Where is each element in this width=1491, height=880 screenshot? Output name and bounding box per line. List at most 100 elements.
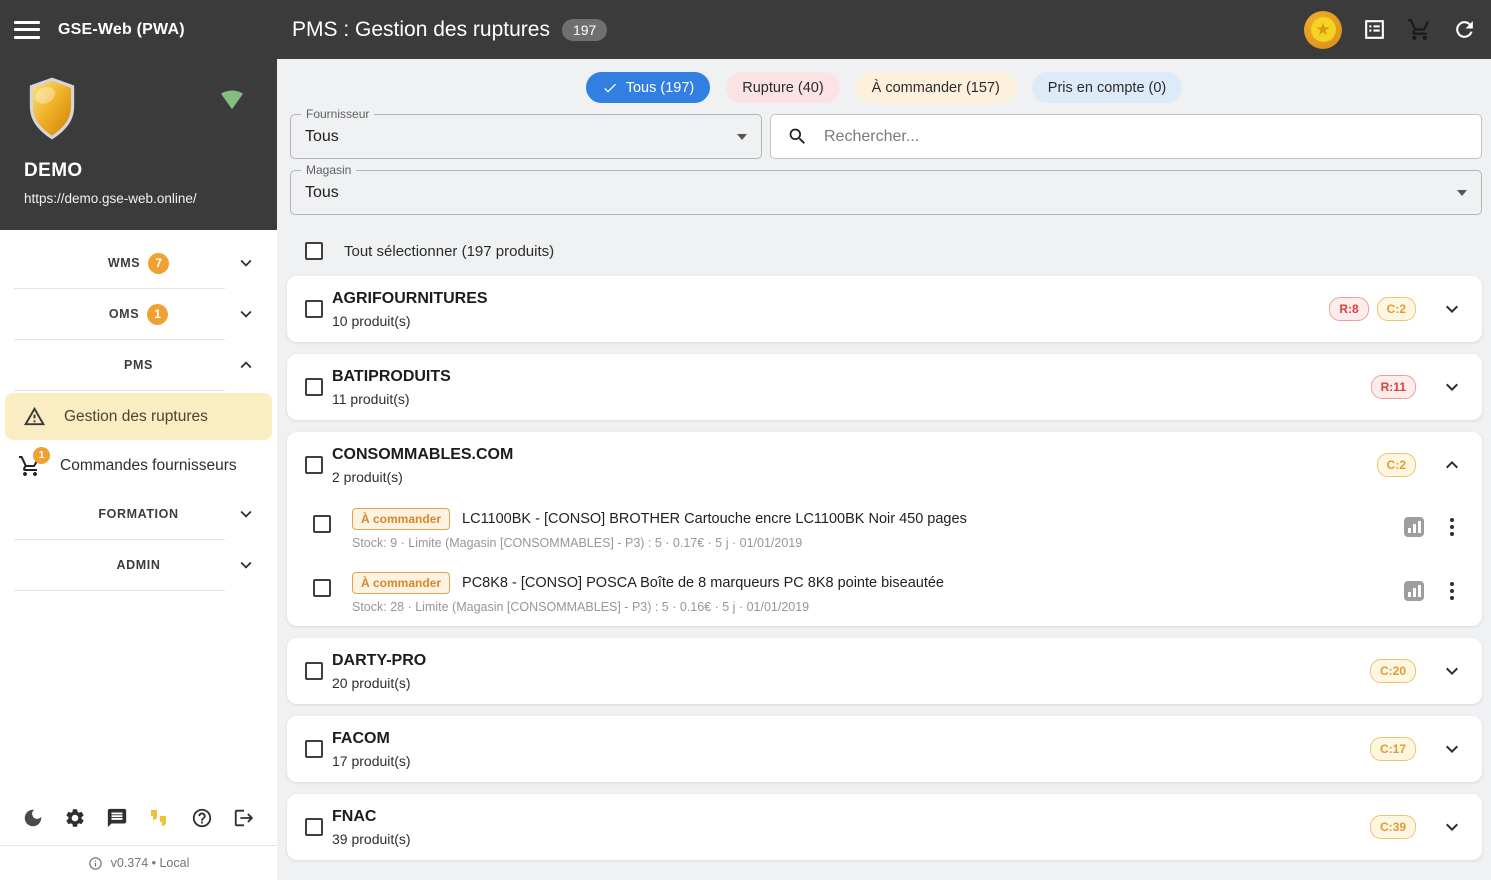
check-icon: [604, 83, 616, 93]
chevron-down-icon: [235, 303, 257, 325]
filters-bar: Fournisseur Tous Magasin Tous: [277, 103, 1491, 215]
commander-count-badge: C:20: [1369, 659, 1416, 683]
more-options-icon[interactable]: [1446, 578, 1458, 604]
supplier-header[interactable]: DARTY-PRO 20 produit(s) C:20: [287, 638, 1482, 704]
warning-icon: [23, 406, 46, 426]
select-all-label: Tout sélectionner (197 produits): [344, 242, 555, 260]
product-title: LC1100BK - [CONSO] BROTHER Cartouche enc…: [462, 511, 967, 527]
version-row: v0.374 • Local: [0, 846, 277, 880]
rupture-count-badge: R:8: [1329, 297, 1369, 321]
sidebar-group-oms[interactable]: OMS 1: [0, 289, 277, 339]
commander-count-badge: C:2: [1376, 297, 1416, 321]
commander-count-badge: C:39: [1369, 815, 1416, 839]
supplier-count: 11 produit(s): [332, 390, 410, 407]
count-badge: 1: [147, 303, 169, 325]
chevron-down-icon[interactable]: [1440, 737, 1464, 761]
stats-chart-icon[interactable]: [1404, 581, 1424, 601]
chevron-down-icon[interactable]: [1440, 659, 1464, 683]
fournisseur-select[interactable]: Fournisseur Tous: [290, 107, 762, 159]
main-content: Tous (197) Rupture (40) À commander (157…: [277, 59, 1491, 880]
sidebar-group-admin[interactable]: ADMIN: [0, 540, 277, 590]
supplier-count: 2 produit(s): [332, 468, 403, 485]
supplier-count: 20 produit(s): [332, 674, 411, 691]
chevron-down-icon[interactable]: [1440, 815, 1464, 839]
product-checkbox[interactable]: [313, 515, 331, 533]
supplier-checkbox[interactable]: [305, 300, 323, 318]
supplier-list: AGRIFOURNITURES 10 produit(s) R:8 C:2 BA…: [277, 260, 1491, 860]
supplier-count: 39 produit(s): [332, 830, 411, 847]
chat-icon[interactable]: [106, 807, 128, 829]
supplier-name: BATIPRODUITS: [332, 367, 451, 385]
sidebar-group-wms[interactable]: WMS 7: [0, 238, 277, 288]
group-label: ADMIN: [116, 558, 161, 572]
topbar-actions: ★: [1304, 10, 1491, 49]
search-input[interactable]: [824, 127, 1465, 146]
chip-tous[interactable]: Tous (197): [585, 72, 711, 103]
supplier-checkbox[interactable]: [305, 740, 323, 758]
chevron-down-icon: [235, 503, 257, 525]
tenant-url: https://demo.gse-web.online/: [24, 191, 197, 206]
group-label: WMS: [107, 256, 141, 270]
tenant-name: DEMO: [24, 160, 83, 181]
supplier-name: CONSOMMABLES.COM: [332, 445, 514, 463]
supplier-header[interactable]: FNAC 39 produit(s) C:39: [287, 794, 1482, 860]
sidebar-group-pms[interactable]: PMS: [0, 340, 277, 390]
stats-chart-icon[interactable]: [1404, 517, 1424, 537]
moon-icon[interactable]: [22, 807, 44, 829]
supplier-checkbox[interactable]: [305, 818, 323, 836]
supplier-header[interactable]: AGRIFOURNITURES 10 produit(s) R:8 C:2: [287, 276, 1482, 342]
menu-icon[interactable]: [14, 20, 40, 39]
chip-rupture[interactable]: Rupture (40): [726, 72, 840, 103]
supplier-header[interactable]: CONSOMMABLES.COM 2 produit(s) C:2: [287, 432, 1482, 498]
group-label: PMS: [124, 358, 153, 372]
more-options-icon[interactable]: [1446, 514, 1458, 540]
sidebar-item-label: Gestion des ruptures: [64, 407, 208, 425]
supplier-header[interactable]: FACOM 17 produit(s) C:17: [287, 716, 1482, 782]
refresh-icon[interactable]: [1452, 17, 1477, 42]
sidebar-item-gestion-des-ruptures[interactable]: Gestion des ruptures: [5, 393, 272, 440]
list-alt-icon[interactable]: [1362, 17, 1387, 42]
chip-label: Tous (197): [625, 79, 695, 96]
chevron-up-icon[interactable]: [1440, 453, 1464, 477]
sidebar-nav: WMS 7 OMS 1 PMS Gestion des ruptures 1 C…: [0, 230, 277, 793]
supplier-card-batiproduits: BATIPRODUITS 11 produit(s) R:11: [287, 354, 1482, 420]
filter-chips: Tous (197) Rupture (40) À commander (157…: [277, 59, 1491, 103]
product-checkbox[interactable]: [313, 579, 331, 597]
supplier-checkbox[interactable]: [305, 662, 323, 680]
sidebar-item-label: Commandes fournisseurs: [60, 456, 237, 474]
supplier-count: 17 produit(s): [332, 752, 411, 769]
supplier-card-darty-pro: DARTY-PRO 20 produit(s) C:20: [287, 638, 1482, 704]
chevron-down-icon[interactable]: [1440, 297, 1464, 321]
chevron-down-icon[interactable]: [1440, 375, 1464, 399]
sidebar-group-formation[interactable]: FORMATION: [0, 489, 277, 539]
logout-icon[interactable]: [233, 807, 255, 829]
chevron-up-icon: [235, 354, 257, 376]
supplier-card-agrifournitures: AGRIFOURNITURES 10 produit(s) R:8 C:2: [287, 276, 1482, 342]
group-label: OMS: [108, 307, 140, 321]
chevron-down-icon: [235, 554, 257, 576]
supplier-checkbox[interactable]: [305, 378, 323, 396]
supplier-name: FACOM: [332, 729, 390, 747]
chip-label: Rupture (40): [742, 79, 824, 96]
product-stats: Stock: 28 · Limite (Magasin [CONSOMMABLE…: [352, 600, 810, 614]
help-icon[interactable]: [191, 807, 213, 829]
cart-icon: 1: [18, 446, 50, 478]
product-title: PC8K8 - [CONSO] POSCA Boîte de 8 marqueu…: [462, 575, 945, 591]
chip-pris-en-compte[interactable]: Pris en compte (0): [1031, 72, 1183, 103]
magasin-select[interactable]: Magasin Tous: [290, 163, 1482, 215]
divider: [14, 390, 225, 391]
supplier-header[interactable]: BATIPRODUITS 11 produit(s) R:11: [287, 354, 1482, 420]
select-all-checkbox[interactable]: [305, 242, 323, 260]
top-app-bar: GSE-Web (PWA) PMS : Gestion des ruptures…: [0, 0, 1491, 59]
app-name: GSE-Web (PWA): [58, 20, 185, 38]
feedback-icon[interactable]: [147, 807, 171, 829]
page-header: PMS : Gestion des ruptures 197: [277, 18, 1304, 42]
sidebar-item-commandes-fournisseurs[interactable]: 1 Commandes fournisseurs: [0, 442, 277, 489]
gear-icon[interactable]: [64, 807, 86, 829]
chip-a-commander[interactable]: À commander (157): [855, 72, 1016, 103]
star-badge-icon[interactable]: ★: [1304, 10, 1342, 49]
cart-icon[interactable]: [1407, 17, 1432, 42]
count-badge: 1: [33, 446, 50, 464]
supplier-checkbox[interactable]: [305, 456, 323, 474]
product-row: À commander PC8K8 - [CONSO] POSCA Boîte …: [287, 562, 1482, 626]
